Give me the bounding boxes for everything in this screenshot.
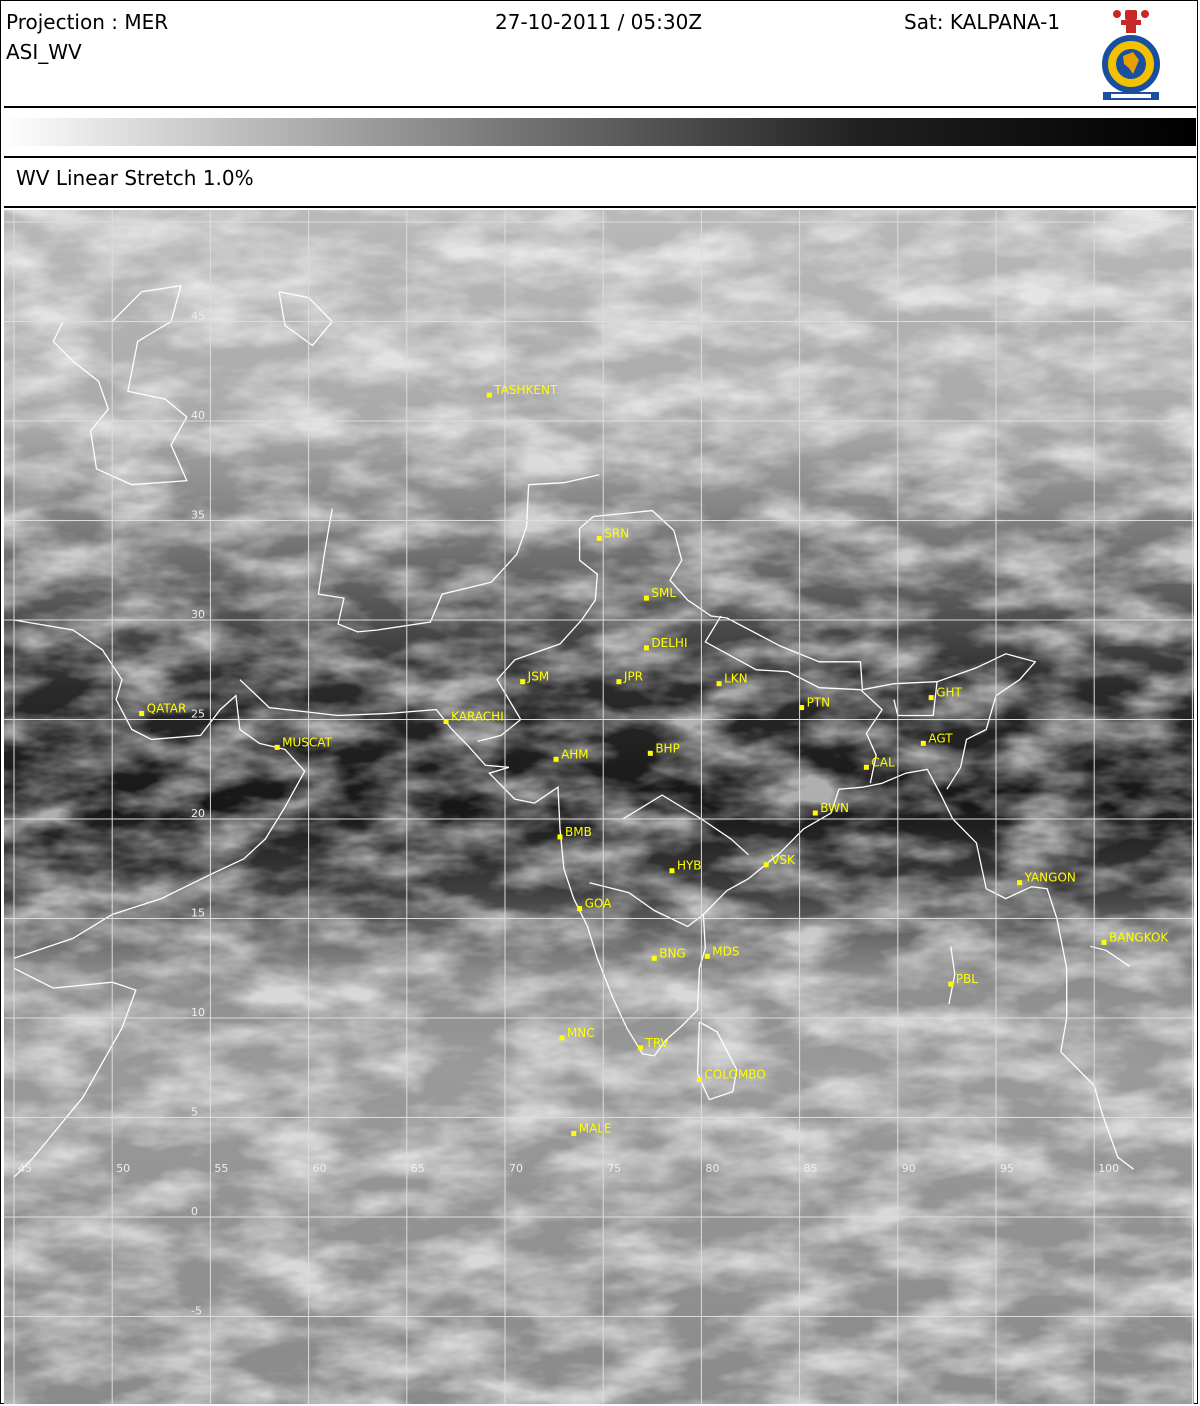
grayscale-colorbar bbox=[4, 118, 1196, 146]
lat-label-40: 40 bbox=[191, 409, 205, 422]
station-label: BWN bbox=[820, 801, 849, 815]
station-label: LKN bbox=[724, 672, 748, 686]
station-marker bbox=[716, 681, 722, 687]
station-label: BNG bbox=[659, 946, 686, 960]
station-marker bbox=[696, 1077, 702, 1083]
projection-label: Projection : MER bbox=[6, 10, 169, 34]
station-marker bbox=[559, 1035, 565, 1041]
station-marker bbox=[616, 679, 622, 685]
station-marker bbox=[571, 1130, 577, 1136]
lon-label-85: 85 bbox=[804, 1162, 818, 1175]
lon-label-55: 55 bbox=[214, 1162, 228, 1175]
station-label: BHP bbox=[655, 741, 680, 755]
station-label: KARACHI bbox=[451, 709, 504, 723]
lon-label-75: 75 bbox=[607, 1162, 621, 1175]
station-label: QATAR bbox=[147, 702, 187, 716]
station-label: GOA bbox=[585, 897, 613, 911]
datetime-label: 27-10-2011 / 05:30Z bbox=[495, 10, 703, 34]
station-label: DELHI bbox=[651, 636, 687, 650]
lat-label-25: 25 bbox=[191, 708, 205, 721]
product-label: ASI_WV bbox=[6, 40, 82, 64]
station-label: BMB bbox=[565, 825, 592, 839]
station-marker bbox=[928, 695, 934, 701]
station-label: TASHKENT bbox=[493, 383, 558, 397]
station-marker bbox=[920, 740, 926, 746]
station-marker bbox=[1101, 939, 1107, 945]
station-label: PTN bbox=[807, 696, 831, 710]
station-label: AGT bbox=[928, 731, 953, 745]
station-marker bbox=[1017, 880, 1023, 886]
satellite-label: Sat: KALPANA-1 bbox=[904, 10, 1061, 34]
station-label: SML bbox=[651, 586, 676, 600]
lat-label-45: 45 bbox=[191, 310, 205, 323]
lat-label-0: 0 bbox=[191, 1205, 198, 1218]
lon-label-90: 90 bbox=[902, 1162, 916, 1175]
station-marker bbox=[763, 862, 769, 868]
lat-label-5: 5 bbox=[191, 1106, 198, 1119]
station-marker bbox=[669, 868, 675, 874]
station-marker bbox=[812, 810, 818, 816]
station-marker bbox=[643, 645, 649, 651]
station-label: MALE bbox=[579, 1121, 612, 1135]
lon-label-60: 60 bbox=[313, 1162, 327, 1175]
station-marker bbox=[638, 1045, 644, 1051]
station-marker bbox=[557, 834, 563, 840]
lon-label-100: 100 bbox=[1098, 1162, 1119, 1175]
cloud-texture bbox=[4, 210, 1194, 1404]
station-marker bbox=[863, 764, 869, 770]
station-marker bbox=[274, 744, 280, 750]
station-label: VSK bbox=[771, 853, 796, 867]
station-label: MDS bbox=[712, 944, 739, 958]
station-marker bbox=[647, 750, 653, 756]
lon-label-80: 80 bbox=[705, 1162, 719, 1175]
station-label: HYB bbox=[677, 859, 702, 873]
station-marker bbox=[139, 711, 145, 717]
station-label: JSM bbox=[527, 670, 550, 684]
station-label: MNC bbox=[567, 1026, 595, 1040]
imd-emblem-icon bbox=[1093, 4, 1169, 104]
lat-label-15: 15 bbox=[191, 907, 205, 920]
station-marker bbox=[577, 906, 583, 912]
lon-label-95: 95 bbox=[1000, 1162, 1014, 1175]
station-label: JPR bbox=[623, 670, 643, 684]
station-marker bbox=[643, 595, 649, 601]
station-marker bbox=[486, 392, 492, 398]
lon-label-50: 50 bbox=[116, 1162, 130, 1175]
header-divider bbox=[4, 106, 1196, 108]
station-label: BANGKOK bbox=[1109, 930, 1169, 944]
map-top-border bbox=[4, 206, 1196, 208]
station-marker bbox=[704, 953, 710, 959]
stretch-label: WV Linear Stretch 1.0% bbox=[16, 166, 254, 190]
station-marker bbox=[520, 679, 526, 685]
station-label: MUSCAT bbox=[282, 735, 332, 749]
lat-label--5: -5 bbox=[191, 1305, 202, 1318]
colorbar-divider bbox=[4, 156, 1196, 158]
lat-label-10: 10 bbox=[191, 1006, 205, 1019]
station-label: YANGON bbox=[1024, 871, 1076, 885]
lon-label-65: 65 bbox=[411, 1162, 425, 1175]
lat-label-35: 35 bbox=[191, 509, 205, 522]
station-label: GHT bbox=[936, 686, 962, 700]
station-marker bbox=[443, 718, 449, 724]
station-marker bbox=[651, 955, 657, 961]
water-vapour-map: 45 50 55 60 65 70 75 80 85 90 95 100454035302520151… bbox=[4, 210, 1194, 1404]
lat-label-30: 30 bbox=[191, 608, 205, 621]
station-label: COLOMBO bbox=[704, 1068, 765, 1082]
station-marker bbox=[596, 535, 602, 541]
station-label: CAL bbox=[871, 755, 895, 769]
station-marker bbox=[553, 756, 559, 762]
station-marker bbox=[799, 705, 805, 711]
lon-label-45: 45 bbox=[18, 1162, 32, 1175]
station-label: SRN bbox=[604, 526, 629, 540]
station-label: TRV bbox=[645, 1036, 670, 1050]
lat-label-20: 20 bbox=[191, 807, 205, 820]
station-label: PBL bbox=[956, 972, 978, 986]
lon-label-70: 70 bbox=[509, 1162, 523, 1175]
station-label: AHM bbox=[561, 747, 589, 761]
station-marker bbox=[948, 981, 954, 987]
